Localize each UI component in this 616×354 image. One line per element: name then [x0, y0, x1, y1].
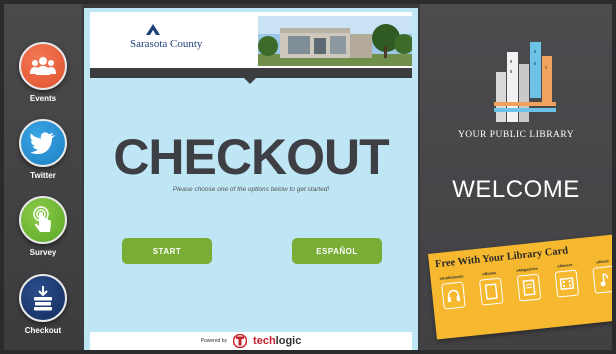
tablet-icon [478, 277, 504, 306]
sidebar-item-label: Twitter [30, 171, 56, 180]
card-item-emagazines: eMagazines [510, 266, 547, 302]
card-item-label: eBooks [482, 270, 497, 277]
banner-notch [244, 78, 256, 84]
checkout-panel: Sarasota County CHECKOUT Please choose o… [84, 8, 418, 350]
sidebar-item-label: Events [29, 94, 57, 103]
card-item-label: eAudiobooks [439, 274, 464, 281]
county-logo: Sarasota County [130, 24, 270, 58]
library-card-promo[interactable]: Free With Your Library Card eAudiobooks … [428, 233, 612, 340]
twitter-bird-icon [19, 119, 67, 167]
music-note-icon [592, 265, 612, 294]
welcome-heading: WELCOME [452, 176, 580, 203]
county-mark-icon [146, 24, 160, 35]
kiosk-screen: Events Twitter Survey Checkout Sarasota … [4, 4, 612, 350]
card-item-emovies: eMovies [548, 262, 585, 298]
banner-divider [90, 68, 412, 78]
card-item-eaudiobooks: eAudiobooks [434, 274, 471, 310]
powered-by-label: Powered by [200, 338, 228, 344]
library-building-photo [258, 16, 412, 66]
headphones-icon [441, 281, 466, 310]
techlogic-logo-icon [233, 334, 248, 348]
card-item-label: eMagazines [516, 266, 538, 273]
library-skyline-logo-icon [494, 42, 556, 122]
sidebar-item-label: Checkout [24, 326, 62, 335]
powered-by-footer: Powered by techlogic [90, 332, 412, 350]
start-button[interactable]: START [122, 238, 212, 264]
card-item-label: eMovies [557, 262, 573, 269]
brand-logic: logic [275, 335, 302, 347]
touch-icon [19, 196, 67, 244]
welcome-panel: YOUR PUBLIC LIBRARY WELCOME Free With Yo… [420, 4, 612, 350]
techlogic-brand: techlogic [253, 335, 301, 347]
people-icon [19, 42, 67, 90]
card-item-emusic: eMusic [586, 258, 612, 294]
library-name: YOUR PUBLIC LIBRARY [457, 130, 575, 140]
film-icon [554, 269, 580, 298]
brand-tech: tech [253, 335, 276, 347]
page-subtitle: Please choose one of the options below t… [172, 186, 330, 193]
espanol-button[interactable]: ESPAÑOL [292, 238, 382, 264]
magazine-icon [516, 273, 542, 302]
sidebar-item-label: Survey [29, 248, 57, 257]
county-name: Sarasota County [130, 38, 203, 50]
book-stack-icon [19, 274, 67, 322]
sidebar: Events Twitter Survey Checkout [4, 4, 82, 350]
banner: Sarasota County [90, 12, 412, 68]
card-item-ebooks: eBooks [472, 270, 509, 306]
card-item-label: eMusic [596, 259, 610, 265]
page-title: CHECKOUT [113, 129, 389, 185]
